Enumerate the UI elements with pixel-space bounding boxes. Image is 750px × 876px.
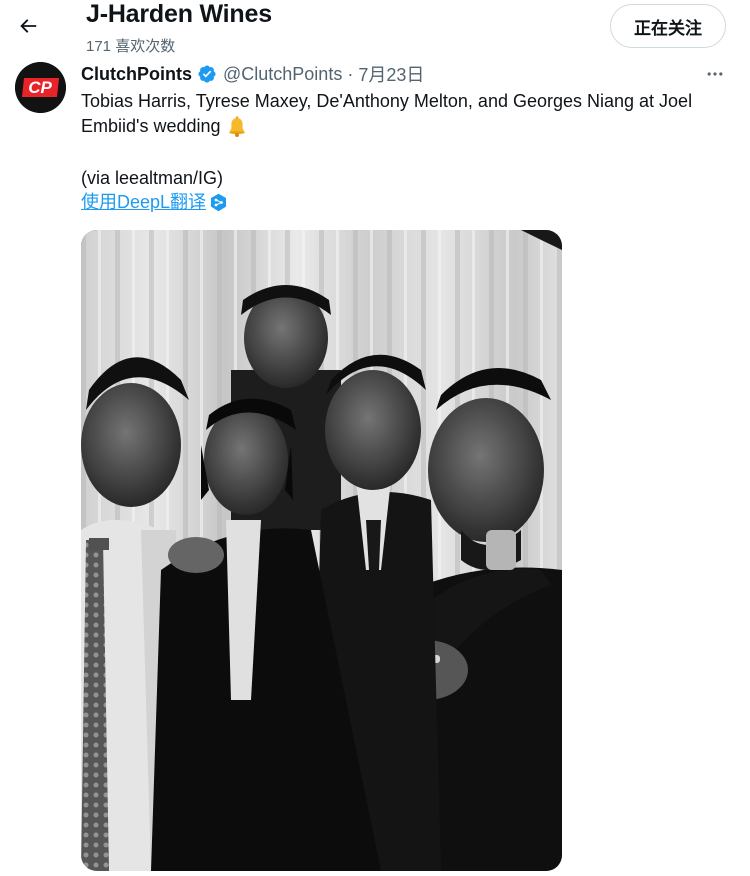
tweet-source-credit: (via leealtman/IG) [81,168,224,188]
author-name[interactable]: ClutchPoints [81,64,192,85]
tweet-text: Tobias Harris, Tyrese Maxey, De'Anthony … [81,89,741,139]
clutchpoints-logo: CP [15,62,66,113]
tweet-text-line-2-row: Embiid's wedding [81,114,741,139]
tweet-date[interactable]: 7月23日 [358,61,424,87]
deepl-icon [210,193,227,212]
tweet-text-line-2: Embiid's wedding [81,116,221,136]
likes-count: 171 喜欢次数 [86,38,176,55]
bell-icon [227,115,247,138]
translate-link[interactable]: 使用DeepL翻译 [81,190,227,214]
profile-header: J-Harden Wines 171 喜欢次数 正在关注 [0,0,750,58]
more-horizontal-icon [707,72,723,76]
avatar[interactable]: CP [15,62,66,113]
more-button[interactable] [700,62,730,86]
arrow-left-icon [20,19,37,33]
back-button[interactable] [8,6,48,46]
translate-label[interactable]: 使用DeepL翻译 [81,190,206,214]
tweet-text-line-1: Tobias Harris, Tyrese Maxey, De'Anthony … [81,91,693,111]
verified-badge-icon [197,64,217,84]
author-handle[interactable]: @ClutchPoints [223,64,342,85]
tweet-header: ClutchPoints @ClutchPoints · 7月23日 [81,62,424,86]
page-title: J-Harden Wines [86,0,272,28]
tweet-photo[interactable] [81,230,562,871]
avatar-text: CP [28,78,52,97]
following-button[interactable]: 正在关注 [610,4,726,48]
group-photo-image [81,230,562,871]
separator-dot: · [347,63,354,84]
